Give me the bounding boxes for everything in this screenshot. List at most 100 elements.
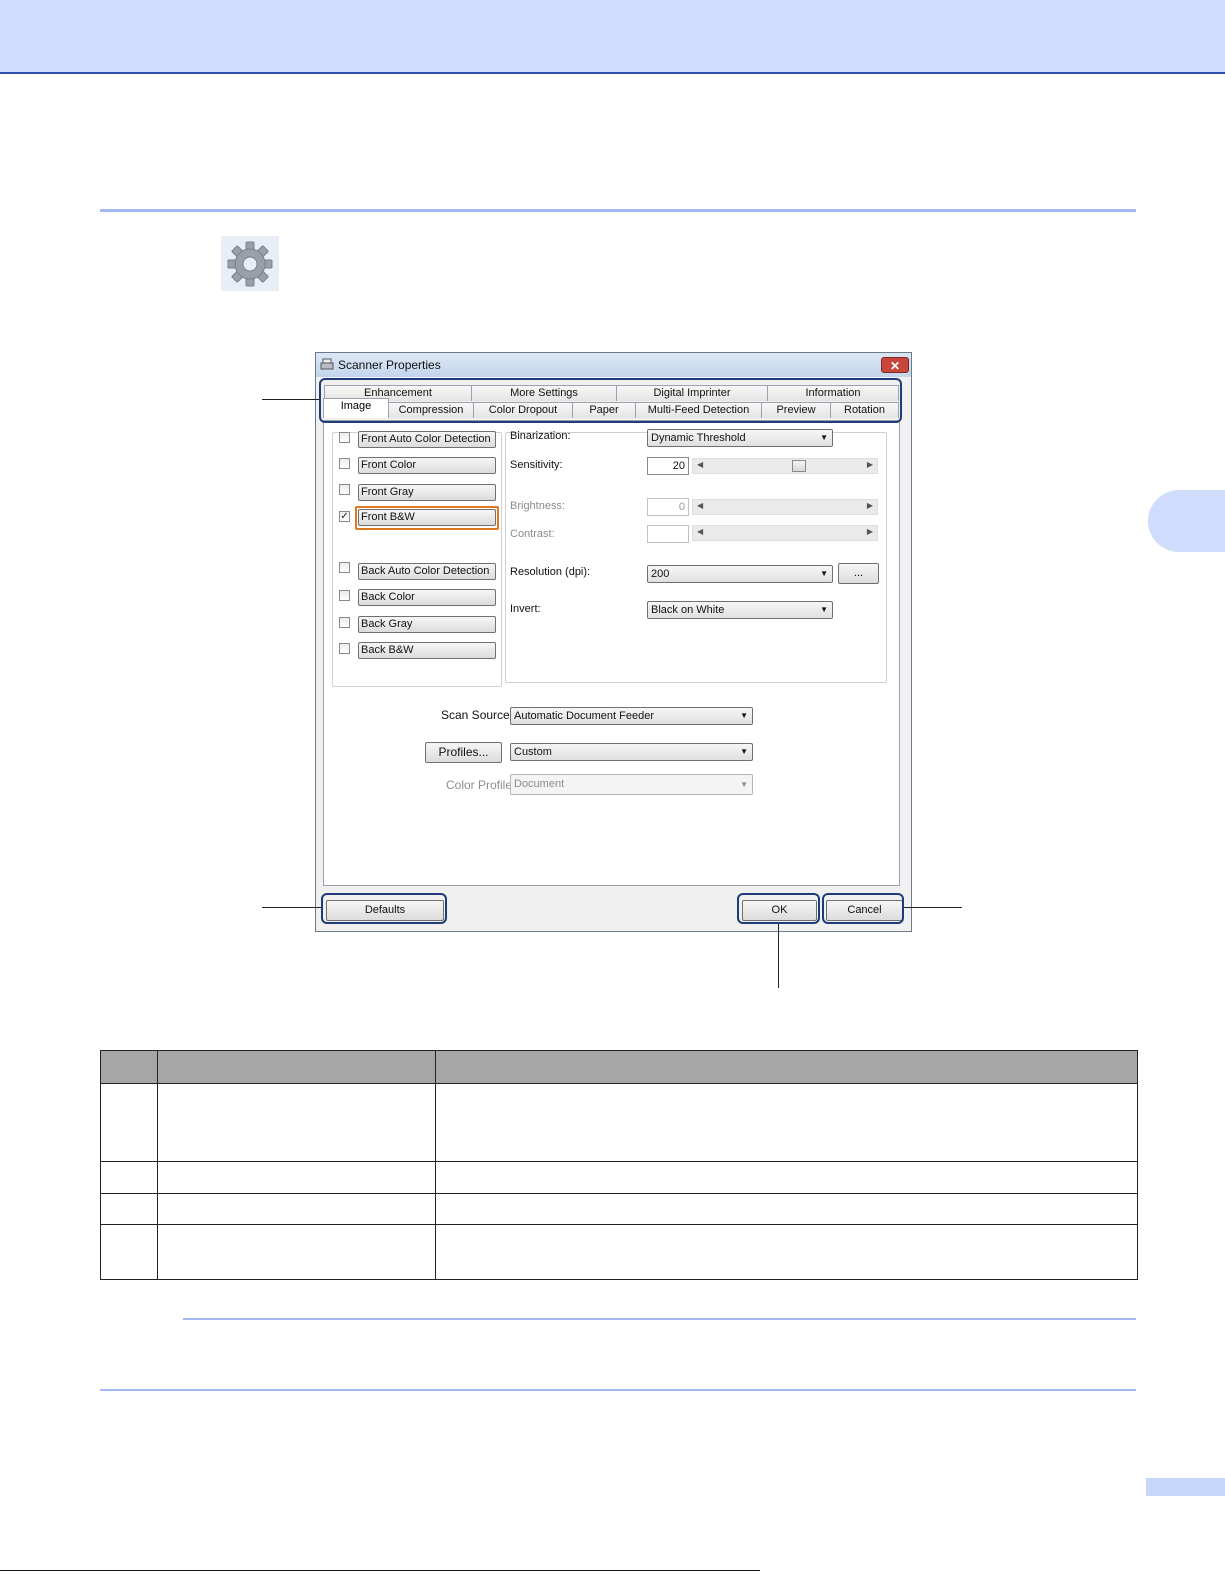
dialog-titlebar: Scanner Properties ✕ xyxy=(316,353,911,377)
color-profile-value: Document xyxy=(514,778,565,790)
tab-image[interactable]: Image xyxy=(323,398,389,418)
table-row xyxy=(100,1083,1138,1162)
resolution-select[interactable]: 200 ▼ xyxy=(647,565,833,583)
section-rule-top xyxy=(100,209,1136,212)
leader-line-tabs xyxy=(262,399,319,400)
table-row xyxy=(100,1193,1138,1225)
table-cell xyxy=(157,1083,436,1162)
dropdown-arrow-icon: ▼ xyxy=(740,747,748,756)
invert-label: Invert: xyxy=(510,603,541,615)
contrast-label: Contrast: xyxy=(510,528,555,540)
callout-frame-ok xyxy=(737,893,820,924)
note-rule-bottom xyxy=(100,1389,1136,1391)
slider-right-arrow-icon[interactable]: ▶ xyxy=(867,527,873,536)
image-tab-panel: Front Auto Color Detection Front Color F… xyxy=(323,420,900,886)
table-header-cell xyxy=(435,1050,1138,1084)
note-rule-top xyxy=(183,1318,1136,1320)
back-color-button[interactable]: Back Color xyxy=(358,589,496,606)
scanner-icon xyxy=(320,357,334,371)
invert-value: Black on White xyxy=(651,604,725,616)
checkbox-front-bw[interactable]: ✓ xyxy=(339,511,350,522)
dropdown-arrow-icon: ▼ xyxy=(820,569,828,578)
brightness-label: Brightness: xyxy=(510,500,566,512)
profile-select[interactable]: Custom ▼ xyxy=(510,743,753,761)
checkbox-front-auto-color[interactable] xyxy=(339,432,350,443)
dialog-title: Scanner Properties xyxy=(338,358,441,372)
brightness-input[interactable]: 0 xyxy=(647,498,689,516)
callout-frame-defaults xyxy=(321,893,447,924)
checkbox-back-auto-color[interactable] xyxy=(339,562,350,573)
table-cell xyxy=(100,1193,158,1225)
color-profile-label: Color Profile: xyxy=(446,778,516,792)
profile-value: Custom xyxy=(514,746,552,758)
callout-frame-tabs xyxy=(319,378,902,423)
settings-gear-icon xyxy=(221,236,279,291)
table-cell xyxy=(435,1193,1138,1225)
leader-line-ok xyxy=(778,924,779,988)
leader-line-defaults xyxy=(262,907,321,908)
slider-right-arrow-icon[interactable]: ▶ xyxy=(867,501,873,510)
scanner-properties-dialog: Scanner Properties ✕ Enhancement More Se… xyxy=(315,352,912,932)
dropdown-arrow-icon: ▼ xyxy=(820,605,828,614)
resolution-more-button[interactable]: ... xyxy=(838,563,879,584)
slider-right-arrow-icon[interactable]: ▶ xyxy=(867,460,873,469)
table-cell xyxy=(100,1224,158,1280)
table-cell xyxy=(100,1083,158,1162)
binarization-label: Binarization: xyxy=(510,430,571,442)
invert-select[interactable]: Black on White ▼ xyxy=(647,601,833,619)
binarization-value: Dynamic Threshold xyxy=(651,432,746,444)
table-cell xyxy=(100,1161,158,1194)
table-header-row xyxy=(100,1050,1138,1084)
sensitivity-label: Sensitivity: xyxy=(510,459,563,471)
table-header-cell xyxy=(100,1050,158,1084)
table-cell xyxy=(157,1193,436,1225)
checkbox-back-color[interactable] xyxy=(339,590,350,601)
page-header-band xyxy=(0,0,1225,74)
checkbox-back-gray[interactable] xyxy=(339,617,350,628)
dropdown-arrow-icon: ▼ xyxy=(740,711,748,720)
checkbox-front-color[interactable] xyxy=(339,458,350,469)
front-bw-button[interactable]: Front B&W xyxy=(358,509,496,526)
description-table xyxy=(100,1050,1138,1280)
table-cell xyxy=(157,1161,436,1194)
profiles-button[interactable]: Profiles... xyxy=(425,742,502,763)
table-header-cell xyxy=(157,1050,436,1084)
sensitivity-input[interactable]: 20 xyxy=(647,457,689,475)
sensitivity-slider-thumb[interactable] xyxy=(792,460,806,472)
scan-source-select[interactable]: Automatic Document Feeder ▼ xyxy=(510,707,753,725)
checkbox-back-bw[interactable] xyxy=(339,643,350,654)
scan-source-label: Scan Source: xyxy=(441,708,514,722)
page-number-tab xyxy=(1146,1478,1225,1496)
resolution-label: Resolution (dpi): xyxy=(510,566,591,578)
table-row xyxy=(100,1161,1138,1194)
table-cell xyxy=(435,1083,1138,1162)
color-profile-select[interactable]: Document ▼ xyxy=(510,774,753,795)
front-color-button[interactable]: Front Color xyxy=(358,457,496,474)
resolution-value: 200 xyxy=(651,568,670,580)
binarization-select[interactable]: Dynamic Threshold ▼ xyxy=(647,429,833,447)
dropdown-arrow-icon: ▼ xyxy=(820,433,828,442)
front-auto-color-detection-button[interactable]: Front Auto Color Detection xyxy=(358,431,496,448)
table-cell xyxy=(435,1161,1138,1194)
callout-frame-cancel xyxy=(822,893,904,924)
back-bw-button[interactable]: Back B&W xyxy=(358,642,496,659)
brightness-slider[interactable]: ◀ ▶ xyxy=(692,499,878,515)
close-button[interactable]: ✕ xyxy=(881,357,909,373)
slider-left-arrow-icon[interactable]: ◀ xyxy=(697,460,703,469)
scan-source-value: Automatic Document Feeder xyxy=(514,710,655,722)
dropdown-arrow-icon: ▼ xyxy=(740,780,748,789)
back-gray-button[interactable]: Back Gray xyxy=(358,616,496,633)
leader-line-cancel xyxy=(904,907,962,908)
front-gray-button[interactable]: Front Gray xyxy=(358,484,496,501)
slider-left-arrow-icon[interactable]: ◀ xyxy=(697,501,703,510)
contrast-input[interactable] xyxy=(647,525,689,543)
back-auto-color-detection-button[interactable]: Back Auto Color Detection xyxy=(358,563,496,580)
table-row xyxy=(100,1224,1138,1280)
contrast-slider[interactable]: ◀ ▶ xyxy=(692,525,878,541)
checkbox-front-gray[interactable] xyxy=(339,484,350,495)
slider-left-arrow-icon[interactable]: ◀ xyxy=(697,527,703,536)
sensitivity-slider[interactable]: ◀ ▶ xyxy=(692,458,878,474)
table-cell xyxy=(157,1224,436,1280)
footer-line xyxy=(0,1570,760,1571)
table-cell xyxy=(435,1224,1138,1280)
